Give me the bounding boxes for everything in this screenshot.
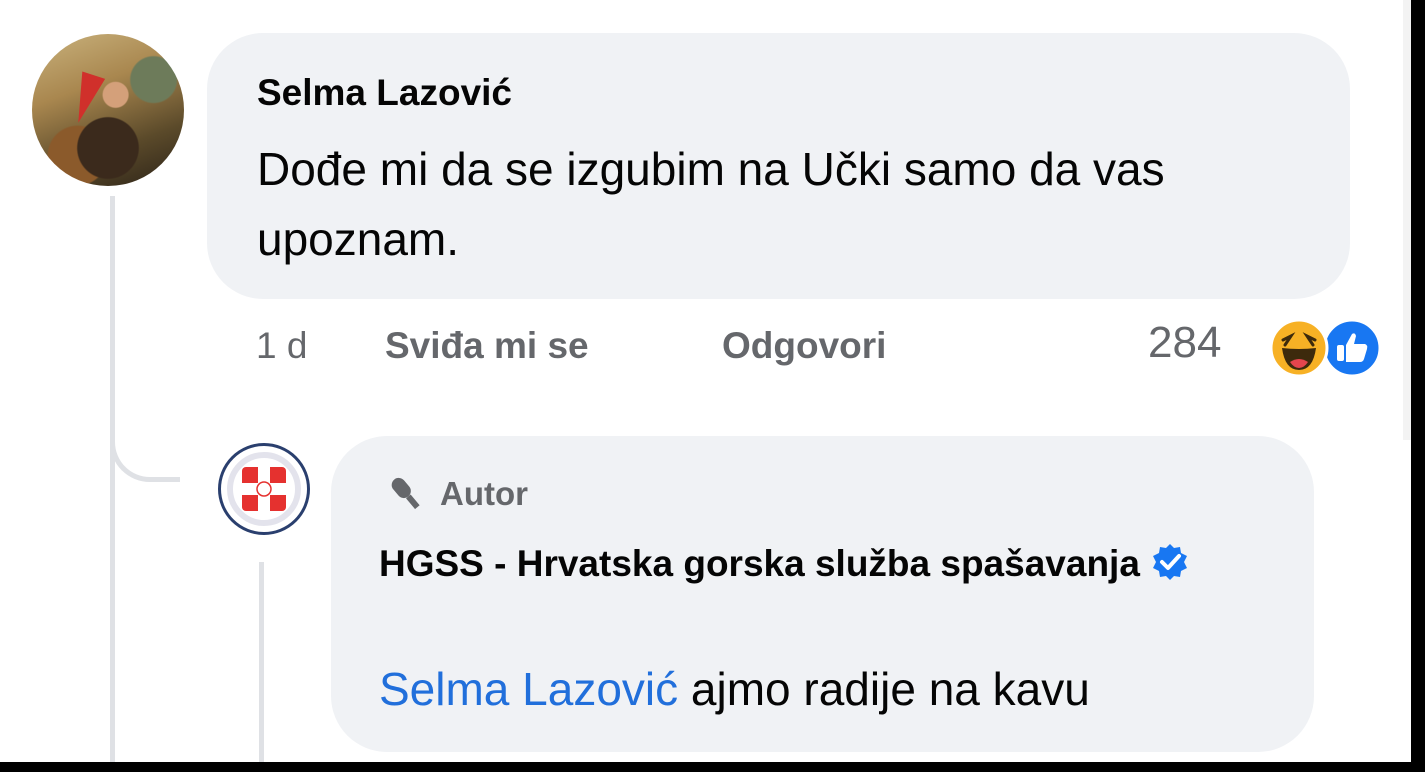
- like-button[interactable]: Sviđa mi se: [385, 325, 589, 367]
- avatar[interactable]: [218, 443, 310, 535]
- reply-text: Selma Lazović ajmo radije na kavu: [379, 662, 1090, 716]
- avatar[interactable]: [32, 34, 184, 186]
- author-badge-label: Autor: [440, 475, 528, 512]
- verified-badge-icon: [1152, 544, 1187, 580]
- screen-edge: [0, 762, 1425, 772]
- reaction-count[interactable]: 284: [1148, 318, 1221, 368]
- like-icon[interactable]: [1322, 318, 1382, 378]
- thread-line: [110, 196, 115, 762]
- screen-edge: [1411, 0, 1425, 772]
- microphone-icon: [391, 477, 420, 510]
- thread-connector: [110, 400, 180, 482]
- author-badge: Autor: [380, 474, 528, 514]
- reply-author-name[interactable]: HGSS - Hrvatska gorska služba spašavanja: [379, 543, 1140, 584]
- reply-text-body: ajmo radije na kavu: [678, 663, 1090, 715]
- haha-icon[interactable]: [1269, 318, 1329, 378]
- scrollbar[interactable]: [1403, 0, 1411, 440]
- mention-link[interactable]: Selma Lazović: [379, 663, 678, 715]
- reply-thread-line: [259, 562, 264, 762]
- comment-timestamp[interactable]: 1 d: [256, 325, 307, 367]
- reply-button[interactable]: Odgovori: [722, 325, 886, 367]
- comment-text: Dođe mi da se izgubim na Učki samo da va…: [257, 143, 1165, 265]
- comment-author[interactable]: Selma Lazović: [257, 72, 512, 114]
- reply-author[interactable]: HGSS - Hrvatska gorska služba spašavanja: [379, 532, 1239, 596]
